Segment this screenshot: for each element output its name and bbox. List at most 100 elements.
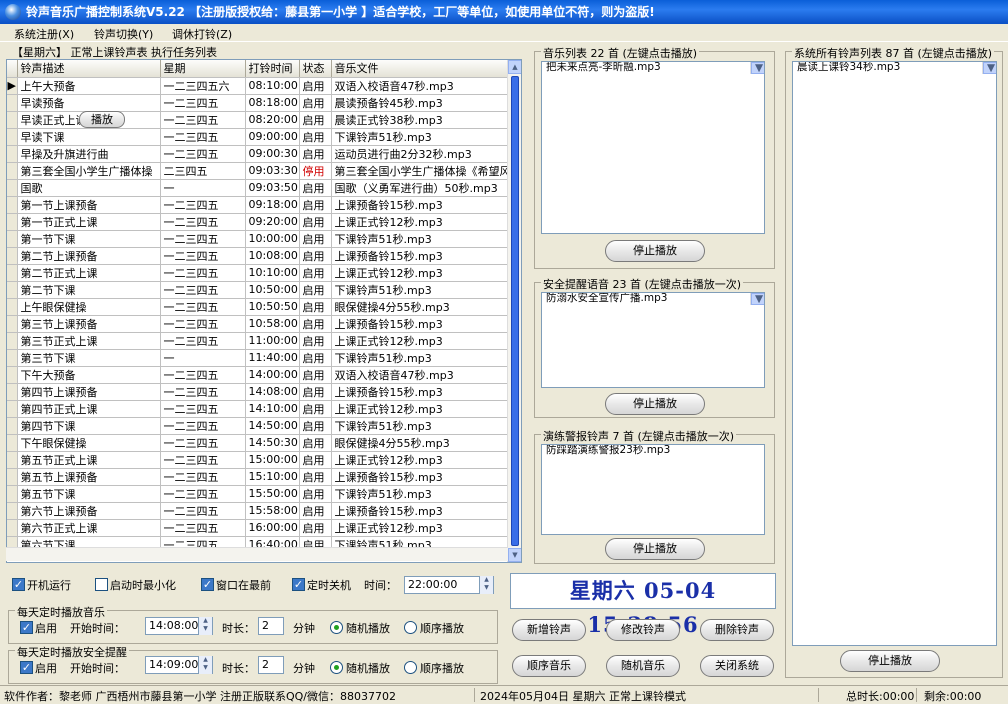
daily-music-start-value: 14:08:00 [149, 619, 199, 632]
menu-adjust-ring[interactable]: 调休打铃(Z) [172, 26, 232, 42]
daily-music-enable-checkbox[interactable]: ✓ [20, 621, 33, 634]
all-rings-stop-button[interactable]: 停止播放 [840, 650, 940, 672]
daily-music-duration-input[interactable]: 2 [258, 617, 284, 635]
col-time[interactable]: 打铃时间 [245, 60, 300, 78]
table-row[interactable]: 上午眼保健操 一二三四五 10:50:50 启用 眼保健操4分55秒.mp3 [7, 298, 508, 316]
table-row[interactable]: 第六节上课预备 一二三四五 15:58:00 启用 上课预备铃15秒.mp3 [7, 502, 508, 520]
schedule-scroll-thumb[interactable] [511, 76, 519, 546]
ring-weekday: 一二三四五 [160, 383, 246, 401]
table-row[interactable]: 第二节下课 一二三四五 10:50:00 启用 下课铃声51秒.mp3 [7, 281, 508, 299]
spin-icon[interactable]: ▲ ▼ [198, 656, 212, 674]
boot-run-checkbox[interactable]: ✓ [12, 578, 25, 591]
table-row[interactable]: 下午大预备 一二三四五 14:00:00 启用 双语入校语音47秒.mp3 [7, 366, 508, 384]
daily-music-sequence-radio[interactable] [404, 621, 417, 634]
table-row[interactable]: 第二节正式上课 一二三四五 10:10:00 启用 上课正式铃12秒.mp3 [7, 264, 508, 282]
daily-music-random-radio[interactable] [330, 621, 343, 634]
scroll-down-icon[interactable]: ▼ [751, 62, 764, 74]
menu-register[interactable]: 系统注册(X) [14, 26, 74, 42]
table-row[interactable]: 第三节正式上课 一二三四五 11:00:00 启用 上课正式铃12秒.mp3 [7, 332, 508, 350]
ring-time: 11:40:00 [245, 349, 300, 367]
spin-icon[interactable]: ▲ ▼ [198, 617, 212, 635]
daily-safety-sequence-radio[interactable] [404, 661, 417, 674]
table-row[interactable]: 第三节上课预备 一二三四五 10:58:00 启用 上课预备铃15秒.mp3 [7, 315, 508, 333]
schedule-table[interactable]: 铃声描述 星期 打铃时间 状态 音乐文件 ▶ 上午大预备 一二三四五六 08:10:0… [6, 59, 522, 563]
scroll-down-icon[interactable]: ▼ [983, 62, 996, 74]
ring-weekday: 一二三四五 [160, 366, 246, 384]
col-description[interactable]: 铃声描述 [17, 60, 161, 78]
ring-file: 双语入校语音47秒.mp3 [331, 77, 508, 95]
daily-music-start-input[interactable]: 14:08:00 ▲ ▼ [145, 617, 213, 635]
new-ring-button[interactable]: 新增铃声 [512, 619, 586, 641]
ring-list-item[interactable]: 晨读上课铃34秒.mp3 [795, 62, 996, 74]
table-row[interactable]: 早读下课 一二三四五 09:00:00 启用 下课铃声51秒.mp3 [7, 128, 508, 146]
safety-vscroll[interactable]: ▲ ▼ [750, 293, 764, 305]
shutdown-checkbox[interactable]: ✓ [292, 578, 305, 591]
close-system-button[interactable]: 关闭系统 [700, 655, 774, 677]
table-row[interactable]: 第四节下课 一二三四五 14:50:00 启用 下课铃声51秒.mp3 [7, 417, 508, 435]
table-row[interactable]: ▶ 上午大预备 一二三四五六 08:10:00 启用 双语入校语音47秒.mp3 [7, 77, 508, 95]
music-list-item[interactable]: 把未来点亮-李昕融.mp3 [544, 62, 764, 74]
table-row[interactable]: 早读预备 一二三四五 08:18:00 启用 晨读预备铃45秒.mp3 [7, 94, 508, 112]
status-total: 总时长:00:00 [846, 690, 915, 703]
daily-safety-sequence-label: 顺序播放 [420, 662, 464, 675]
daily-safety-duration-input[interactable]: 2 [258, 656, 284, 674]
safety-list[interactable]: 防溺水安全宣传广播.mp3防溺水安全宣传提醒12分42秒.mp3防止校园欺凌提醒… [541, 292, 765, 388]
drill-list-item[interactable]: 防踩踏演练警报23秒.mp3 [544, 445, 764, 457]
all-rings-list[interactable]: 晨读上课铃34秒.mp3晨读预备铃45秒.mp3晨读早读提示铃声29秒.mp3晨… [792, 61, 997, 646]
scroll-down-icon[interactable]: ▼ [751, 293, 764, 305]
menu-ring-switch[interactable]: 铃声切换(Y) [94, 26, 153, 42]
spin-icon[interactable]: ▲ ▼ [479, 576, 493, 594]
schedule-vscroll[interactable]: ▲ ▼ [507, 60, 521, 562]
current-row-pointer-icon: ▶ [7, 77, 18, 95]
daily-safety-start-input[interactable]: 14:09:00 ▲ ▼ [145, 656, 213, 674]
schedule-hscroll[interactable] [6, 547, 508, 561]
table-row[interactable]: 第五节正式上课 一二三四五 15:00:00 启用 上课正式铃12秒.mp3 [7, 451, 508, 469]
table-row[interactable]: 第二节上课预备 一二三四五 10:08:00 启用 上课预备铃15秒.mp3 [7, 247, 508, 265]
scroll-down-icon[interactable]: ▼ [508, 548, 521, 562]
table-row[interactable]: 第一节上课预备 一二三四五 09:18:00 启用 上课预备铃15秒.mp3 [7, 196, 508, 214]
table-row[interactable]: 第五节下课 一二三四五 15:50:00 启用 下课铃声51秒.mp3 [7, 485, 508, 503]
daily-safety-random-radio[interactable] [330, 661, 343, 674]
col-weekday[interactable]: 星期 [160, 60, 246, 78]
drill-list[interactable]: 防踩踏演练警报23秒.mp3防地震演练警报声3分钟.mp3防地震演练提醒1分钟.… [541, 444, 765, 535]
minimize-checkbox[interactable] [95, 578, 108, 591]
table-row[interactable]: 第一节正式上课 一二三四五 09:20:00 启用 上课正式铃12秒.mp3 [7, 213, 508, 231]
topmost-checkbox[interactable]: ✓ [201, 578, 214, 591]
seq-music-button[interactable]: 顺序音乐 [512, 655, 586, 677]
music-vscroll[interactable]: ▲ ▼ [750, 62, 764, 74]
ring-file: 上课正式铃12秒.mp3 [331, 332, 508, 350]
col-status[interactable]: 状态 [299, 60, 332, 78]
delete-ring-button[interactable]: 删除铃声 [700, 619, 774, 641]
table-row[interactable]: 第五节上课预备 一二三四五 15:10:00 启用 上课预备铃15秒.mp3 [7, 468, 508, 486]
safety-list-item[interactable]: 防溺水安全宣传广播.mp3 [544, 293, 764, 305]
table-row[interactable]: 第三套全国小学生广播体操 二三四五 09:03:30 停用 第三套全国小学生广播体操《希… [7, 162, 508, 180]
table-row[interactable]: 第四节上课预备 一二三四五 14:08:00 启用 上课预备铃15秒.mp3 [7, 383, 508, 401]
table-row[interactable]: 第六节正式上课 一二三四五 16:00:00 启用 上课正式铃12秒.mp3 [7, 519, 508, 537]
table-row[interactable]: 第一节下课 一二三四五 10:00:00 启用 下课铃声51秒.mp3 [7, 230, 508, 248]
random-music-button[interactable]: 随机音乐 [606, 655, 680, 677]
music-list[interactable]: 把未来点亮-李昕融.mp3白龙马-樊竹青.mp3采蘑菇的小姑娘-杨烁.mp3核心… [541, 61, 765, 234]
ring-status: 启用 [299, 179, 332, 197]
table-row[interactable]: 国歌一 09:03:50 启用 国歌（义勇军进行曲）50秒.mp3 [7, 179, 508, 197]
table-row[interactable]: 第三节下课一 11:40:00 启用 下课铃声51秒.mp3 [7, 349, 508, 367]
row-play-button[interactable]: 播放 [79, 111, 125, 128]
table-row[interactable]: 第四节正式上课 一二三四五 14:10:00 启用 上课正式铃12秒.mp3 [7, 400, 508, 418]
daily-music-random-label: 随机播放 [346, 622, 390, 635]
table-row[interactable]: 早操及升旗进行曲 一二三四五 09:00:30 启用 运动员进行曲2分32秒.mp3 [7, 145, 508, 163]
row-header [7, 196, 18, 214]
app-icon [5, 4, 21, 20]
ring-status: 启用 [299, 230, 332, 248]
ring-weekday: 一二三四五 [160, 128, 246, 146]
music-stop-button[interactable]: 停止播放 [605, 240, 705, 262]
safety-stop-button[interactable]: 停止播放 [605, 393, 705, 415]
col-music-file[interactable]: 音乐文件 [331, 60, 508, 78]
scroll-up-icon[interactable]: ▲ [508, 60, 521, 74]
clock-display: 星期六 05-04 15:38:56 [510, 573, 776, 637]
all-rings-vscroll[interactable]: ▲ ▼ [982, 62, 996, 74]
daily-safety-enable-checkbox[interactable]: ✓ [20, 661, 33, 674]
table-row[interactable]: 下午眼保健操 一二三四五 14:50:30 启用 眼保健操4分55秒.mp3 [7, 434, 508, 452]
drill-stop-button[interactable]: 停止播放 [605, 538, 705, 560]
shutdown-time-input[interactable]: 22:00:00 ▲ ▼ [404, 576, 494, 594]
ring-status: 启用 [299, 111, 332, 129]
edit-ring-button[interactable]: 修改铃声 [606, 619, 680, 641]
